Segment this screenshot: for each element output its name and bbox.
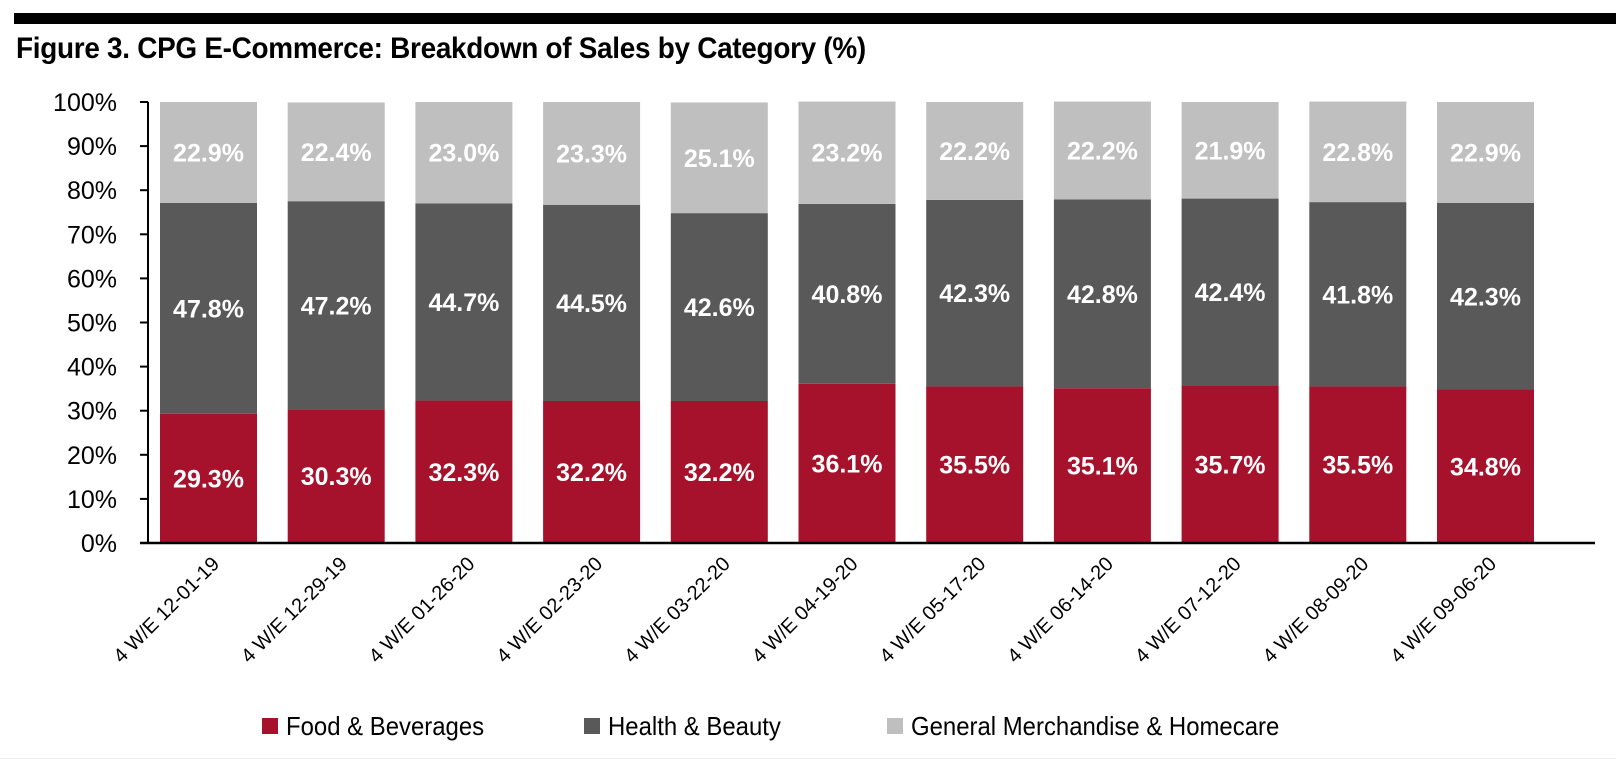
footer-rule: [0, 758, 1616, 759]
data-label-food-beverages: 35.5%: [939, 452, 1010, 480]
x-tick-label: 4 W/E 12-01-19: [109, 553, 224, 668]
data-label-general-merchandise-homecare: 22.9%: [1450, 139, 1521, 167]
data-label-general-merchandise-homecare: 22.8%: [1322, 139, 1393, 167]
x-tick-label: 4 W/E 07-12-20: [1131, 553, 1246, 668]
data-label-general-merchandise-homecare: 22.2%: [939, 138, 1010, 166]
data-label-health-beauty: 42.6%: [684, 294, 755, 322]
data-label-general-merchandise-homecare: 22.4%: [301, 139, 372, 167]
legend-label: Food & Beverages: [286, 710, 485, 741]
stacked-bar-chart: 29.3% 47.8% 22.9% 30.3% 47.2% 22.4% 32.3% 44.7%…: [53, 89, 1595, 668]
legend-label: Health & Beauty: [608, 710, 781, 741]
legend-label: General Merchandise & Homecare: [911, 710, 1280, 741]
x-tick-label: 4 W/E 08-09-20: [1259, 553, 1374, 668]
x-tick-label: 4 W/E 02-23-20: [493, 553, 608, 668]
data-label-general-merchandise-homecare: 23.3%: [556, 140, 627, 168]
data-label-general-merchandise-homecare: 23.0%: [428, 140, 499, 168]
data-label-health-beauty: 42.3%: [939, 280, 1010, 308]
data-label-health-beauty: 40.8%: [812, 281, 883, 309]
data-label-general-merchandise-homecare: 22.9%: [173, 139, 244, 167]
legend-item-health-beauty: Health & Beauty: [584, 706, 796, 746]
y-tick-label: 30%: [67, 398, 117, 426]
legend-item-general-merchandise: General Merchandise & Homecare: [887, 706, 1311, 746]
y-tick-label: 10%: [67, 486, 117, 514]
data-label-general-merchandise-homecare: 25.1%: [684, 145, 755, 173]
x-tick-label: 4 W/E 12-29-19: [237, 553, 352, 668]
y-tick-label: 50%: [67, 310, 117, 338]
data-label-food-beverages: 35.1%: [1067, 453, 1138, 481]
data-label-health-beauty: 44.7%: [428, 289, 499, 317]
data-label-health-beauty: 47.8%: [173, 295, 244, 323]
x-tick-label: 4 W/E 03-22-20: [620, 553, 735, 668]
x-tick-label: 4 W/E 01-26-20: [365, 553, 480, 668]
x-tick-label: 4 W/E 05-17-20: [876, 553, 991, 668]
data-label-food-beverages: 32.2%: [556, 459, 627, 487]
data-label-food-beverages: 30.3%: [301, 463, 372, 491]
legend-swatch-general-merchandise: [887, 718, 903, 734]
x-tick-label: 4 W/E 06-14-20: [1003, 553, 1118, 668]
y-tick-label: 0%: [81, 530, 117, 558]
legend: Food & Beverages Health & Beauty General…: [0, 706, 1616, 746]
y-tick-label: 90%: [67, 133, 117, 161]
y-tick-label: 40%: [67, 354, 117, 382]
y-tick-label: 20%: [67, 442, 117, 470]
data-label-food-beverages: 32.3%: [428, 459, 499, 487]
y-tick-label: 60%: [67, 265, 117, 293]
y-tick-label: 80%: [67, 177, 117, 205]
data-label-general-merchandise-homecare: 22.2%: [1067, 138, 1138, 166]
data-label-health-beauty: 42.3%: [1450, 283, 1521, 311]
legend-swatch-health-beauty: [584, 718, 600, 734]
legend-swatch-food-beverages: [262, 718, 278, 734]
x-tick-label: 4 W/E 09-06-20: [1386, 553, 1501, 668]
data-label-food-beverages: 34.8%: [1450, 453, 1521, 481]
y-tick-label: 100%: [53, 89, 117, 117]
data-label-food-beverages: 35.5%: [1322, 452, 1393, 480]
data-label-food-beverages: 35.7%: [1195, 451, 1266, 479]
y-tick-label: 70%: [67, 221, 117, 249]
x-tick-label: 4 W/E 04-19-20: [748, 553, 863, 668]
data-label-food-beverages: 36.1%: [812, 450, 883, 478]
data-label-health-beauty: 41.8%: [1322, 281, 1393, 309]
data-label-health-beauty: 47.2%: [301, 292, 372, 320]
data-label-health-beauty: 44.5%: [556, 290, 627, 318]
data-label-general-merchandise-homecare: 21.9%: [1195, 137, 1266, 165]
data-label-general-merchandise-homecare: 23.2%: [812, 140, 883, 168]
data-label-health-beauty: 42.8%: [1067, 281, 1138, 309]
data-label-health-beauty: 42.4%: [1195, 279, 1266, 307]
legend-item-food-beverages: Food & Beverages: [262, 706, 501, 746]
data-label-food-beverages: 32.2%: [684, 459, 755, 487]
data-label-food-beverages: 29.3%: [173, 465, 244, 493]
